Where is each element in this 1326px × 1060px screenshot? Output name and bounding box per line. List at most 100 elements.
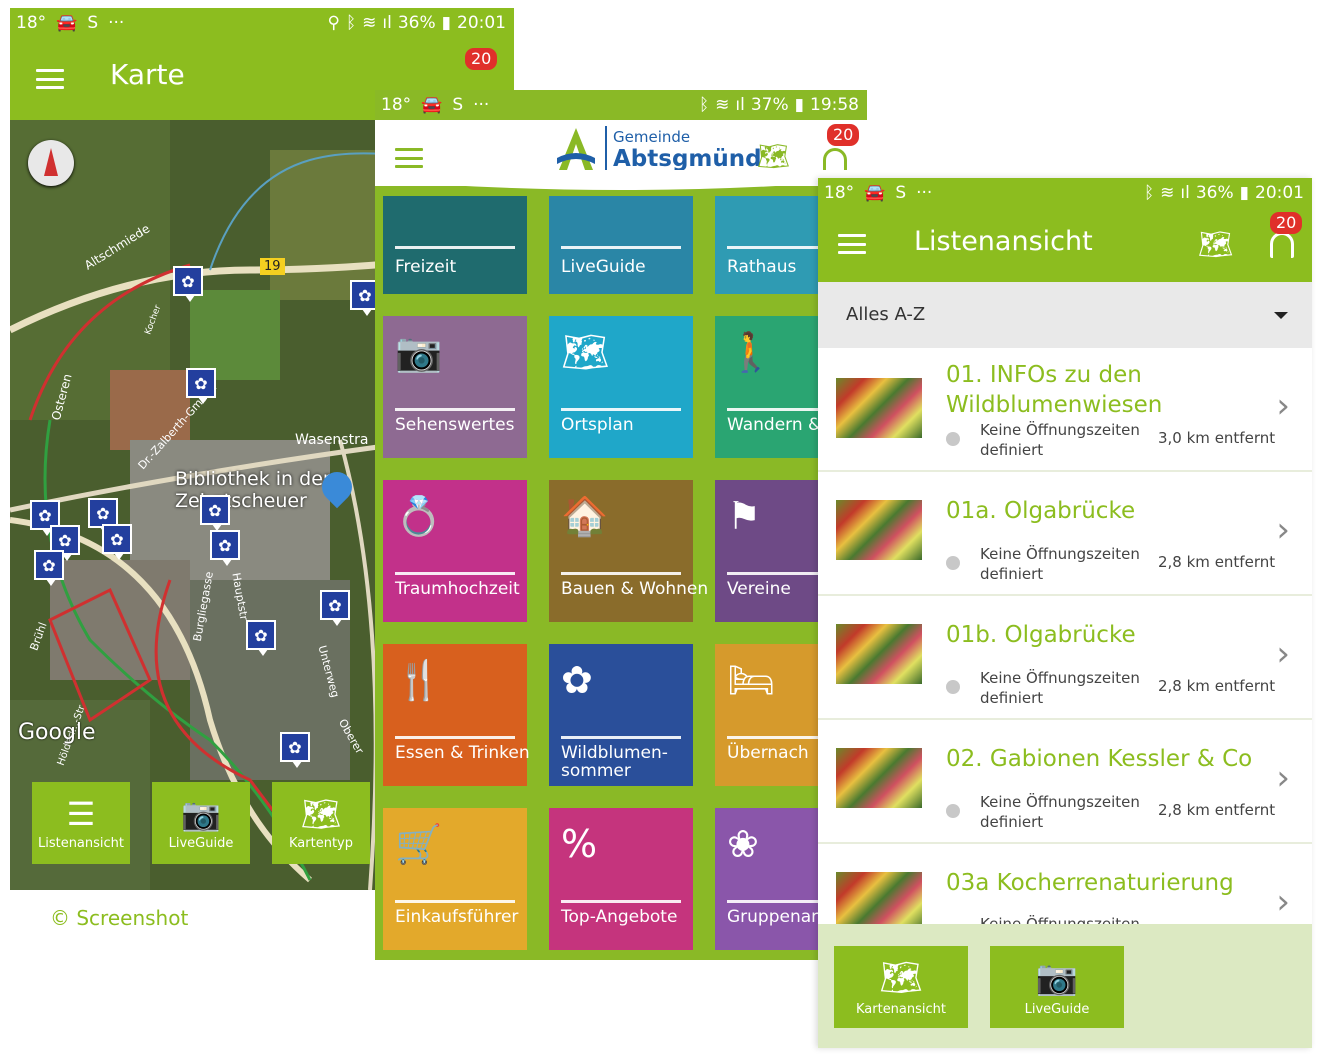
menu-bar-line (395, 156, 423, 160)
distance: 2,8 km entfernt (1158, 801, 1276, 819)
list-item[interactable]: 01a. Olgabrücke Keine Öffnungszeiten def… (818, 472, 1312, 596)
chevron-right-icon: › (1276, 386, 1290, 426)
status-dot (946, 680, 960, 694)
menu-icon[interactable] (395, 148, 423, 168)
map-icon: 🗺 (300, 795, 342, 833)
flower-pin-icon[interactable]: ✿ (280, 732, 310, 768)
tile-divider (561, 572, 681, 575)
list-item[interactable]: 02. Gabionen Kessler & Co Keine Öffnungs… (818, 720, 1312, 844)
tile-label: LiveGuide (561, 257, 646, 277)
item-title: 02. Gabionen Kessler & Co (946, 746, 1253, 772)
camera-icon: 📷 (181, 795, 221, 833)
notification-badge: 20 (827, 124, 860, 146)
phone-list-screen: 18° 🚘 S ··· ᛒ ≋ ıl 36% ▮ 20:01 Listenansicht 🗺 2… (818, 178, 1312, 1048)
car-icon: 🚘 (421, 95, 443, 115)
flower-pin-icon[interactable]: ✿ (173, 266, 203, 302)
map-view-button[interactable]: 🗺 Kartenansicht (834, 946, 968, 1028)
list-item[interactable]: 01. INFOs zu den Wildblumenwiesen Keine … (818, 348, 1312, 472)
camera-icon: 📷 (395, 330, 443, 374)
tile-traumhochzeit[interactable]: 💍 Traumhochzeit (383, 480, 527, 622)
item-title: 01a. Olgabrücke (946, 498, 1136, 524)
tile-divider (395, 900, 515, 903)
menu-bar-line (36, 69, 64, 72)
list-view-button[interactable]: ☰ Listenansicht (32, 782, 130, 864)
tile-top-angebote[interactable]: % Top-Angebote (549, 808, 693, 950)
flower-icon: ✿ (561, 658, 593, 702)
map-type-button[interactable]: 🗺 Kartentyp (272, 782, 370, 864)
tile-label: Rathaus (727, 257, 797, 277)
temperature: 18° (16, 13, 47, 33)
logo-title: Abtsgmünd (613, 146, 762, 172)
more-notifications: ··· (916, 183, 933, 203)
flower-pin-icon[interactable]: ✿ (102, 524, 132, 560)
chevron-right-icon: › (1276, 634, 1290, 674)
menu-bar-line (838, 234, 866, 237)
menu-icon[interactable] (838, 234, 866, 254)
clock: 20:01 (1255, 183, 1304, 203)
liveguide-button[interactable]: 📷 LiveGuide (152, 782, 250, 864)
menu-bar-line (395, 165, 423, 168)
rose-icon: ❀ (727, 822, 759, 866)
phone-home-screen: 18° 🚘 S ··· ᛒ ≋ ıl 37% ▮ 19:58 Gemeinde Abtsgmün… (375, 90, 867, 960)
chevron-right-icon: › (1276, 758, 1290, 798)
list-item[interactable]: 01b. Olgabrücke Keine Öffnungszeiten def… (818, 596, 1312, 720)
dropdown-arrow-icon (1274, 312, 1288, 319)
notification-icon: S (87, 13, 99, 33)
thumbnail-image (836, 624, 922, 684)
tile-divider (395, 736, 515, 739)
tile-label: Übernach (727, 743, 809, 763)
rings-icon: 💍 (395, 494, 443, 538)
liveguide-button[interactable]: 📷 LiveGuide (990, 946, 1124, 1028)
bell-icon[interactable] (1270, 232, 1294, 258)
tile-sehenswertes[interactable]: 📷 Sehenswertes (383, 316, 527, 458)
flower-pin-icon[interactable]: ✿ (210, 530, 240, 566)
sort-filter-value: Alles A-Z (846, 304, 926, 325)
flower-pin-icon[interactable]: ✿ (186, 368, 216, 404)
tile-bauen-wohnen[interactable]: 🏠 Bauen & Wohnen (549, 480, 708, 622)
municipality-logo-icon (555, 126, 597, 172)
sort-filter-dropdown[interactable]: Alles A-Z (818, 282, 1312, 348)
status-bar: 18° 🚘 S ··· ᛒ ≋ ıl 36% ▮ 20:01 (818, 178, 1312, 208)
tile-wildblumensommer[interactable]: ✿ Wildblumen- sommer (549, 644, 693, 786)
tile-ortsplan[interactable]: 🗺 Ortsplan (549, 316, 693, 458)
app-bar: Listenansicht 🗺 20 (818, 206, 1312, 282)
distance: 2,8 km entfernt (1158, 553, 1276, 571)
menu-bar-line (395, 148, 423, 151)
tile-label: Traumhochzeit (395, 579, 520, 599)
thumbnail-image (836, 872, 922, 932)
map-icon[interactable]: 🗺 (757, 142, 790, 172)
menu-icon[interactable] (36, 69, 64, 89)
tile-divider (561, 246, 681, 249)
flower-pin-icon[interactable]: ✿ (34, 550, 64, 586)
flower-pin-icon[interactable]: ✿ (200, 495, 230, 531)
tile-label: Bauen & Wohnen (561, 579, 709, 599)
flower-pin-icon[interactable]: ✿ (246, 620, 276, 656)
status-dot (946, 556, 960, 570)
bluetooth-icon: ᛒ (698, 95, 710, 115)
tile-einkaufsfuehrer[interactable]: 🛒 Einkaufsführer (383, 808, 527, 950)
more-notifications: ··· (108, 13, 125, 33)
item-title: 03a Kocherrenaturierung (946, 870, 1234, 896)
tile-essen-trinken[interactable]: 🍴 Essen & Trinken (383, 644, 530, 786)
location-icon: ⚲ (327, 13, 340, 33)
tile-liveguide[interactable]: LiveGuide (549, 196, 693, 294)
thumbnail-image (836, 748, 922, 808)
opening-hours: Keine Öffnungszeiten definiert (980, 421, 1140, 459)
poi-label: Bibliothek in der Zehntscheuer (175, 468, 331, 512)
tile-freizeit[interactable]: Freizeit (383, 196, 527, 294)
thumbnail-image (836, 500, 922, 560)
menu-bar-line (36, 86, 64, 89)
map-icon[interactable]: 🗺 (1198, 228, 1234, 261)
flower-pin-icon[interactable]: ✿ (320, 590, 350, 626)
car-icon: 🚘 (56, 13, 78, 33)
tile-divider (561, 900, 681, 903)
notification-icon: S (895, 183, 907, 203)
tile-label: Wandern & (727, 415, 822, 435)
status-bar: 18° 🚘 S ··· ⚲ ᛒ ≋ ıl 36% ▮ 20:01 (10, 8, 514, 38)
compass-button[interactable] (28, 140, 74, 186)
clock: 19:58 (810, 95, 859, 115)
clock: 20:01 (457, 13, 506, 33)
chevron-right-icon: › (1276, 882, 1290, 922)
wifi-icon: ≋ (715, 95, 730, 115)
item-title: 01b. Olgabrücke (946, 622, 1136, 648)
